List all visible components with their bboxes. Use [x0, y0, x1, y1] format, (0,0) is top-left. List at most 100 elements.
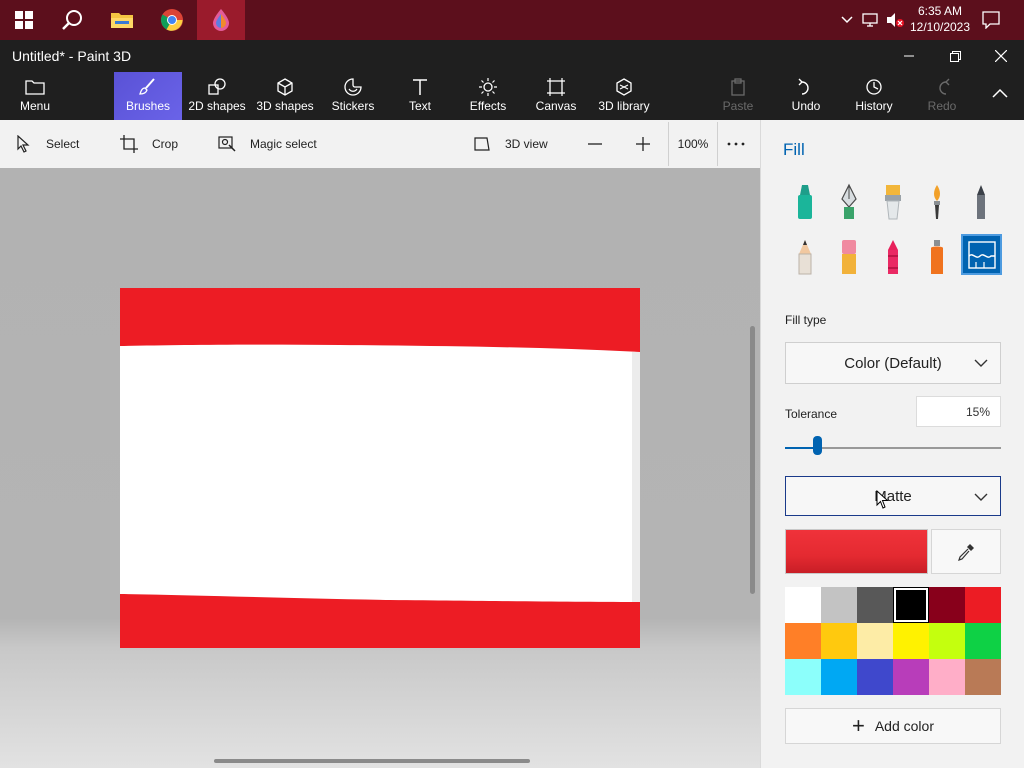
- close-button[interactable]: [978, 40, 1024, 72]
- color-swatch[interactable]: [821, 623, 857, 659]
- ribbon-canvas[interactable]: Canvas: [532, 72, 580, 120]
- ribbon-history[interactable]: History: [846, 72, 902, 120]
- search-button[interactable]: [48, 0, 96, 40]
- zoom-in-button[interactable]: [634, 120, 652, 168]
- magic-select-tool[interactable]: Magic select: [218, 120, 317, 168]
- pencil-brush[interactable]: [785, 237, 825, 277]
- color-swatch[interactable]: [929, 623, 965, 659]
- ribbon-brushes[interactable]: Brushes: [114, 72, 182, 120]
- minimize-icon: [904, 55, 914, 57]
- restore-button[interactable]: [932, 40, 978, 72]
- ribbon-redo-label: Redo: [927, 99, 957, 113]
- effects-icon: [479, 78, 497, 96]
- select-tool[interactable]: Select: [16, 120, 79, 168]
- collapse-ribbon-button[interactable]: [980, 72, 1020, 120]
- more-options-button[interactable]: [726, 120, 746, 168]
- windows-logo-icon: [15, 11, 33, 29]
- finish-dropdown[interactable]: Matte: [785, 476, 1001, 516]
- search-icon: [62, 10, 82, 30]
- clock[interactable]: 6:35 AM 12/10/2023: [900, 3, 980, 35]
- paint3d-taskbar-button[interactable]: [197, 0, 245, 40]
- watercolor-icon: [934, 185, 940, 219]
- horizontal-scrollbar[interactable]: [214, 759, 530, 763]
- color-swatch[interactable]: [821, 587, 857, 623]
- add-color-button[interactable]: + Add color: [785, 708, 1001, 744]
- 2d-shapes-icon: [208, 78, 226, 95]
- ribbon-paste[interactable]: Paste: [714, 72, 762, 120]
- current-color-swatch[interactable]: [785, 529, 928, 574]
- color-swatch[interactable]: [857, 587, 893, 623]
- 3d-view-label: 3D view: [505, 137, 548, 151]
- crayon-brush[interactable]: [873, 237, 913, 277]
- ribbon-text-label: Text: [408, 99, 431, 113]
- color-swatch[interactable]: [857, 623, 893, 659]
- 3d-library-icon: [616, 78, 632, 96]
- eraser-brush[interactable]: [829, 237, 869, 277]
- color-swatch[interactable]: [893, 587, 929, 623]
- color-swatch[interactable]: [929, 587, 965, 623]
- color-swatch[interactable]: [821, 659, 857, 695]
- start-button[interactable]: [0, 0, 48, 40]
- color-swatch[interactable]: [857, 659, 893, 695]
- color-swatch[interactable]: [929, 659, 965, 695]
- ribbon-menu[interactable]: Menu: [8, 72, 62, 120]
- ribbon-3d-shapes[interactable]: 3D shapes: [254, 72, 316, 120]
- color-swatch[interactable]: [785, 623, 821, 659]
- notification-icon: [982, 11, 1000, 29]
- brush-icon: [139, 78, 155, 95]
- crop-tool[interactable]: Crop: [120, 120, 178, 168]
- color-swatch[interactable]: [893, 623, 929, 659]
- watercolor-brush[interactable]: [917, 182, 957, 222]
- color-swatch[interactable]: [965, 587, 1001, 623]
- marker-brush[interactable]: [785, 182, 825, 222]
- zoom-out-button[interactable]: [586, 120, 604, 168]
- tolerance-label: Tolerance: [785, 407, 838, 421]
- ribbon-undo[interactable]: Undo: [782, 72, 830, 120]
- ribbon: Menu Brushes 2D shapes 3D shapes Sticker…: [0, 72, 1024, 120]
- ribbon-effects[interactable]: Effects: [462, 72, 514, 120]
- pencil-icon: [798, 240, 812, 275]
- color-swatch[interactable]: [965, 659, 1001, 695]
- oil-brush[interactable]: [873, 182, 913, 222]
- eraser-icon: [842, 240, 856, 274]
- show-hidden-icons-button[interactable]: [838, 0, 856, 40]
- pixel-pen-brush[interactable]: [961, 182, 1001, 222]
- paint3d-icon: [213, 9, 229, 31]
- color-swatch[interactable]: [893, 659, 929, 695]
- 3d-view-toggle[interactable]: 3D view: [473, 120, 548, 168]
- fill-type-dropdown[interactable]: Color (Default): [785, 342, 1001, 384]
- chevron-down-icon: [974, 359, 988, 367]
- close-icon: [995, 50, 1007, 62]
- ribbon-stickers[interactable]: Stickers: [326, 72, 380, 120]
- eyedropper-button[interactable]: [931, 529, 1001, 574]
- folder-icon: [25, 80, 45, 95]
- chrome-button[interactable]: [148, 0, 196, 40]
- minimize-button[interactable]: [886, 40, 932, 72]
- canvas-icon: [547, 78, 565, 96]
- calligraphy-pen-brush[interactable]: [829, 182, 869, 222]
- zoom-level[interactable]: 100%: [668, 122, 718, 166]
- toolbar: Select Crop Magic select 3D view: [0, 120, 760, 168]
- vertical-scrollbar[interactable]: [750, 326, 755, 594]
- ribbon-3d-library[interactable]: 3D library: [594, 72, 654, 120]
- fill-type-value: Color (Default): [844, 354, 942, 372]
- bottom-red-stripe: [120, 594, 640, 648]
- magic-select-tool-label: Magic select: [250, 137, 317, 151]
- color-swatch[interactable]: [785, 587, 821, 623]
- spray-can-brush[interactable]: [917, 237, 957, 277]
- ribbon-redo[interactable]: Redo: [920, 72, 964, 120]
- action-center-button[interactable]: [978, 0, 1004, 40]
- panel-title: Fill: [783, 140, 805, 159]
- color-swatch[interactable]: [785, 659, 821, 695]
- ribbon-text[interactable]: Text: [396, 72, 444, 120]
- canvas-paper[interactable]: [120, 288, 640, 648]
- fill-brush[interactable]: [961, 234, 1002, 275]
- 3d-shapes-icon: [277, 78, 293, 96]
- tolerance-slider-thumb[interactable]: [813, 436, 822, 455]
- file-explorer-button[interactable]: [98, 0, 146, 40]
- ribbon-2d-shapes[interactable]: 2D shapes: [186, 72, 248, 120]
- network-button[interactable]: [860, 0, 882, 40]
- chevron-down-icon: [974, 493, 988, 501]
- tolerance-input[interactable]: 15%: [916, 396, 1001, 427]
- color-swatch[interactable]: [965, 623, 1001, 659]
